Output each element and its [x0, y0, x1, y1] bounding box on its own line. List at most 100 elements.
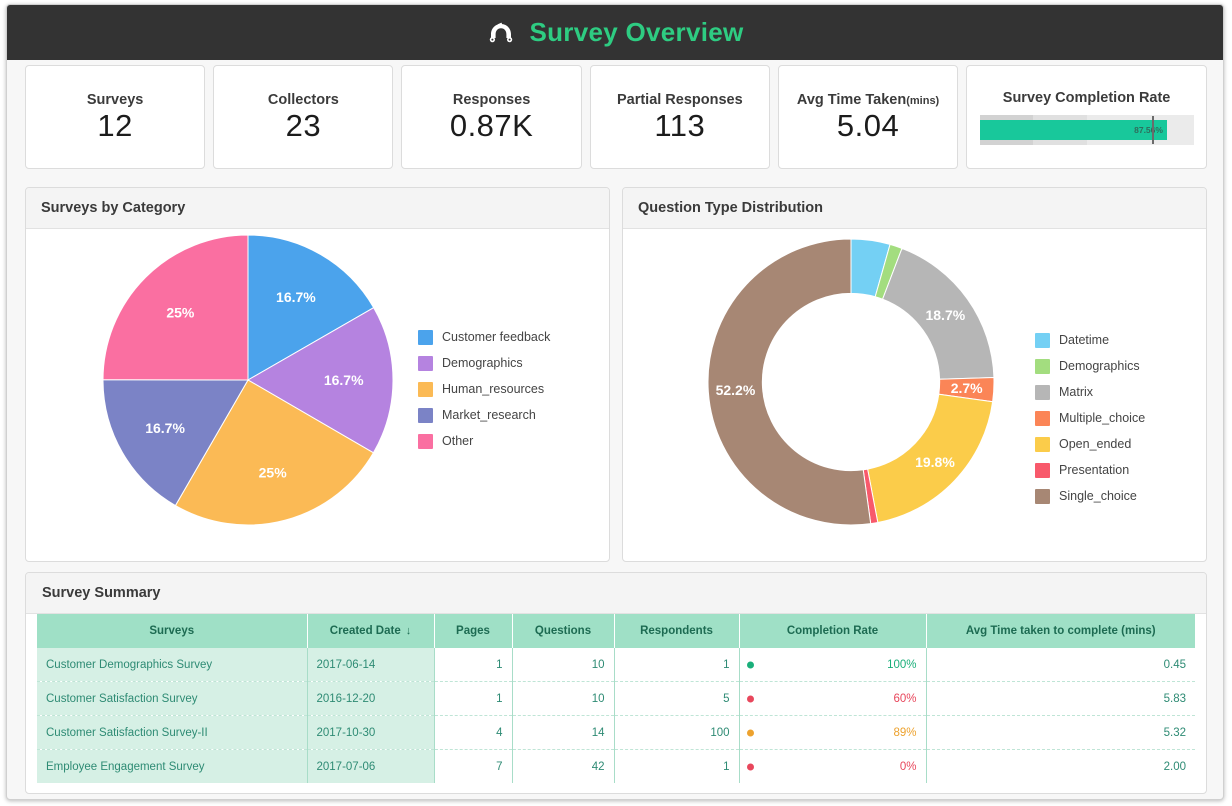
cell-completion-rate: 89%	[739, 715, 927, 750]
table-header-label: Avg Time taken to complete (mins)	[965, 625, 1156, 637]
legend-surveys-by-category: Customer feedback Demographics Human_resou…	[418, 324, 550, 454]
kpi-card-collectors[interactable]: Collectors 23	[213, 65, 394, 169]
cell-survey-name: Employee Engagement Survey	[37, 749, 308, 783]
legend-item-open-ended[interactable]: Open_ended	[1035, 431, 1145, 457]
cell-survey-name: Customer Satisfaction Survey	[37, 681, 308, 716]
legend-swatch-icon	[1035, 462, 1050, 478]
kpi-value-surveys: 12	[97, 107, 133, 143]
cell-respondents: 5	[614, 681, 740, 716]
table-header-pages[interactable]: Pages	[434, 614, 513, 648]
kpi-card-completion-rate[interactable]: Survey Completion Rate 87.56%	[966, 65, 1207, 169]
panel-title-surveys-by-category: Surveys by Category	[41, 200, 186, 216]
legend-item-datetime[interactable]: Datetime	[1035, 327, 1145, 353]
table-header-label: Questions	[534, 625, 592, 637]
completion-rate-value: 89%	[893, 726, 917, 739]
legend-item-other[interactable]: Other	[418, 428, 550, 454]
kpi-value-avg-time-taken: 5.04	[836, 107, 900, 143]
kpi-value-responses: 0.87K	[449, 107, 534, 143]
panel-body-surveys-by-category: 16.7% 16.7% 25% 16.7% 25% Customer feedback D…	[26, 229, 609, 561]
table-row[interactable]: Customer Satisfaction Survey 2016-12-20 1 1…	[37, 681, 1195, 716]
legend-swatch-icon	[418, 329, 433, 345]
panel-header-survey-summary: Survey Summary	[26, 573, 1206, 614]
cell-respondents: 1	[614, 749, 740, 783]
kpi-label-avg-time-main: Avg Time Taken	[796, 91, 907, 108]
pie-slice-label-multiple-choice: 2.7%	[951, 380, 983, 396]
kpi-card-responses[interactable]: Responses 0.87K	[401, 65, 582, 169]
legend-label: Demographics	[1059, 359, 1140, 373]
pie-slice-label-customer-feedback: 16.7%	[276, 289, 316, 305]
legend-item-multiple-choice[interactable]: Multiple_choice	[1035, 405, 1145, 431]
bullet-measure-bar: 87.56%	[979, 119, 1167, 140]
kpi-value-partial-responses: 113	[654, 107, 706, 143]
table-header-label: Surveys	[149, 625, 195, 637]
table-header-label: Pages	[456, 625, 490, 637]
table-row[interactable]: Customer Demographics Survey 2017-06-14 1 1…	[37, 648, 1195, 682]
pie-slice-label-matrix: 18.7%	[925, 307, 965, 323]
panel-body-question-type-distribution: 18.7% 2.7% 19.8% 52.2% Datetime Demographics…	[623, 229, 1206, 561]
legend-item-human-resources[interactable]: Human_resources	[418, 376, 550, 402]
completion-rate-value: 0%	[899, 760, 917, 773]
kpi-label-responses: Responses	[452, 91, 531, 108]
kpi-label-partial-responses: Partial Responses	[616, 91, 743, 108]
bullet-target-marker	[1151, 115, 1154, 144]
table-head: Surveys Created Date ↓ Pages Questions Respon…	[37, 614, 1195, 648]
app-titlebar: Survey Overview	[7, 5, 1223, 60]
cell-created-date: 2017-10-30	[307, 715, 435, 750]
cell-completion-rate: 100%	[739, 648, 927, 682]
kpi-label-completion-rate: Survey Completion Rate	[1002, 89, 1171, 106]
status-dot-icon	[746, 763, 754, 770]
cell-avg-time: 0.45	[926, 648, 1195, 682]
cell-avg-time: 5.32	[926, 715, 1195, 750]
pie-slice-label-other: 25%	[166, 304, 195, 320]
legend-label: Market_research	[442, 408, 536, 422]
table-header-label: Created Date	[329, 625, 401, 637]
cell-pages: 4	[434, 715, 513, 750]
legend-item-presentation[interactable]: Presentation	[1035, 457, 1145, 483]
legend-swatch-icon	[1035, 332, 1050, 348]
table-header-surveys[interactable]: Surveys	[37, 614, 308, 648]
status-dot-icon	[746, 729, 754, 736]
table-row[interactable]: Employee Engagement Survey 2017-07-06 7 42 1…	[37, 749, 1195, 783]
legend-item-market-research[interactable]: Market_research	[418, 402, 550, 428]
legend-swatch-icon	[418, 433, 433, 449]
legend-item-customer-feedback[interactable]: Customer feedback	[418, 324, 550, 350]
cell-pages: 7	[434, 749, 513, 783]
kpi-row: Surveys 12 Collectors 23 Responses 0.87K…	[25, 65, 1207, 169]
legend-label: Matrix	[1059, 385, 1094, 399]
cell-created-date: 2017-06-14	[307, 648, 435, 682]
kpi-value-collectors: 23	[285, 107, 322, 143]
cell-avg-time: 5.83	[926, 681, 1195, 716]
survey-arch-logo-icon	[486, 22, 516, 44]
table-row[interactable]: Customer Satisfaction Survey-II 2017-10-3…	[37, 715, 1195, 750]
panel-header-surveys-by-category: Surveys by Category	[26, 188, 609, 229]
pie-slice-label-demographics: 16.7%	[324, 372, 364, 388]
table-header-avg-time-taken-to-complete-mins-[interactable]: Avg Time taken to complete (mins)	[926, 614, 1195, 648]
cell-survey-name: Customer Demographics Survey	[37, 648, 308, 682]
table-header-respondents[interactable]: Respondents	[614, 614, 740, 648]
cell-respondents: 100	[614, 715, 740, 750]
status-dot-icon	[746, 695, 754, 702]
cell-completion-rate: 60%	[739, 681, 927, 716]
legend-item-demographics[interactable]: Demographics	[1035, 353, 1145, 379]
kpi-card-surveys[interactable]: Surveys 12	[25, 65, 206, 169]
table-body: Customer Demographics Survey 2017-06-14 1 1…	[37, 648, 1195, 783]
legend-label: Other	[442, 434, 474, 448]
completion-rate-bullet-chart: 87.56%	[979, 114, 1194, 145]
panel-title-survey-summary: Survey Summary	[42, 585, 161, 601]
kpi-card-avg-time-taken[interactable]: Avg Time Taken(mins) 5.04	[777, 65, 959, 169]
kpi-card-partial-responses[interactable]: Partial Responses 113	[589, 65, 770, 169]
legend-label: Demographics	[442, 356, 523, 370]
legend-item-demographics[interactable]: Demographics	[418, 350, 550, 376]
legend-item-single-choice[interactable]: Single_choice	[1035, 483, 1145, 509]
cell-questions: 10	[512, 648, 615, 682]
sort-descending-icon[interactable]: ↓	[406, 625, 412, 637]
panel-body-survey-summary: Surveys Created Date ↓ Pages Questions Respon…	[26, 614, 1206, 793]
legend-label: Human_resources	[442, 382, 545, 396]
legend-item-matrix[interactable]: Matrix	[1035, 379, 1145, 405]
table-header-questions[interactable]: Questions	[512, 614, 615, 648]
table-header-label: Completion Rate	[786, 625, 879, 637]
survey-summary-table: Surveys Created Date ↓ Pages Questions Respon…	[37, 614, 1195, 783]
table-header-label: Respondents	[640, 625, 713, 637]
table-header-created-date[interactable]: Created Date ↓	[307, 614, 435, 648]
table-header-completion-rate[interactable]: Completion Rate	[739, 614, 927, 648]
